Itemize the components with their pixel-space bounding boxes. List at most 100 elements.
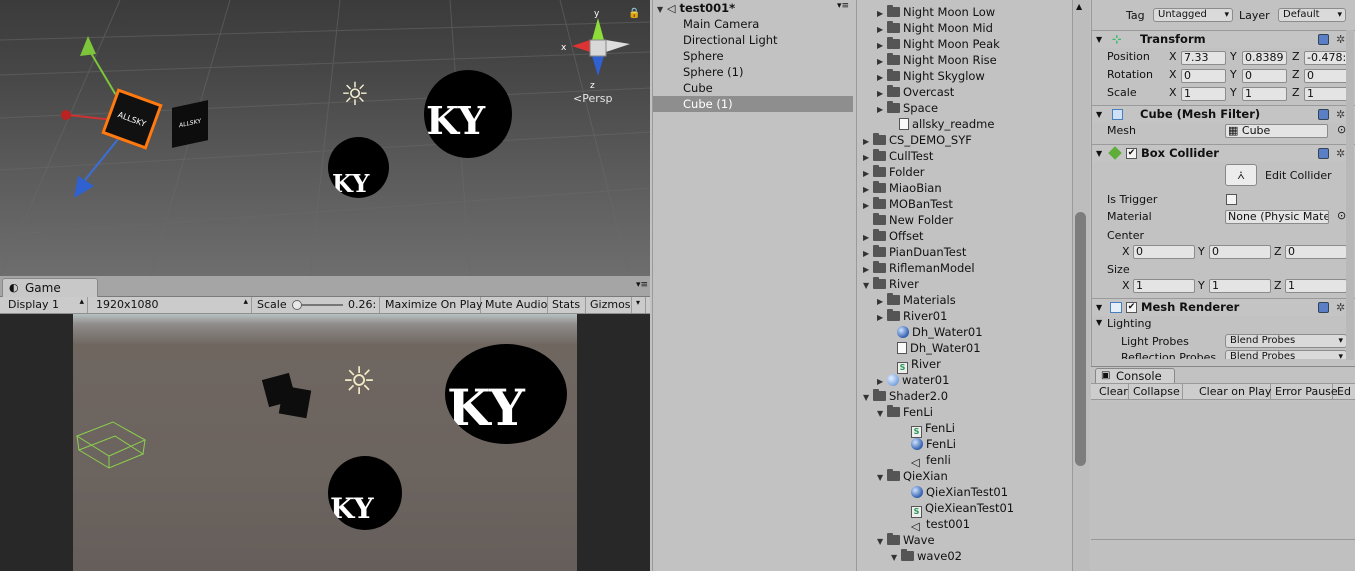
size-x-field[interactable]: 1 bbox=[1133, 279, 1195, 293]
project-item[interactable]: QieXianTest01 bbox=[901, 484, 1008, 500]
inspector-scrollbar[interactable] bbox=[1346, 30, 1354, 360]
scene-view[interactable]: ALLSKY ALLSKY ☼ KY KY y x z <Persp 🔒 bbox=[0, 0, 650, 276]
scale-slider-thumb[interactable] bbox=[292, 300, 302, 310]
project-item[interactable]: ▶ Night Moon Peak bbox=[877, 36, 1000, 52]
collapsed-arrow-icon[interactable]: ▶ bbox=[877, 102, 887, 118]
reflection-probes-dropdown[interactable]: Blend Probes bbox=[1225, 350, 1347, 359]
stats-button[interactable]: Stats bbox=[548, 297, 586, 313]
error-pause-button[interactable]: Error Pause bbox=[1271, 384, 1338, 400]
gear-icon[interactable]: ✲ bbox=[1336, 145, 1345, 162]
hierarchy-item[interactable]: Sphere bbox=[653, 48, 853, 64]
tab-game[interactable]: ◐ Game bbox=[2, 278, 98, 297]
mute-audio-button[interactable]: Mute Audio bbox=[481, 297, 548, 313]
fold-arrow-icon[interactable]: ▼ bbox=[1096, 31, 1102, 48]
project-item[interactable]: ◁ fenli bbox=[901, 452, 951, 469]
directional-light-icon[interactable]: ☼ bbox=[336, 76, 374, 114]
persp-label[interactable]: <Persp bbox=[573, 92, 612, 105]
gizmos-button[interactable]: Gizmos bbox=[586, 297, 632, 313]
position-x-field[interactable]: 7.33 bbox=[1181, 51, 1226, 65]
collapsed-arrow-icon[interactable]: ▶ bbox=[877, 310, 887, 326]
expanded-arrow-icon[interactable]: ▼ bbox=[863, 390, 873, 406]
project-item[interactable]: ▶ Folder bbox=[863, 164, 925, 180]
project-item[interactable]: S QieXieanTest01 bbox=[901, 500, 1014, 518]
gear-icon[interactable]: ✲ bbox=[1336, 31, 1345, 48]
project-item[interactable]: ▶ Night Moon Low bbox=[877, 4, 995, 20]
help-icon[interactable] bbox=[1318, 148, 1329, 159]
project-item[interactable]: ▼ Shader2.0 bbox=[863, 388, 948, 404]
position-z-field[interactable]: -0.478: bbox=[1304, 51, 1349, 65]
project-item[interactable]: S River bbox=[887, 356, 941, 374]
tag-dropdown[interactable]: Untagged bbox=[1153, 8, 1233, 22]
is-trigger-checkbox[interactable] bbox=[1226, 194, 1237, 205]
clear-on-play-button[interactable]: Clear on Play bbox=[1195, 384, 1271, 400]
project-item[interactable]: Dh_Water01 bbox=[887, 324, 983, 340]
cube-object[interactable]: ALLSKY bbox=[172, 100, 208, 148]
project-item[interactable]: ▶ Space bbox=[877, 100, 938, 116]
resolution-dropdown[interactable]: 1920x1080 bbox=[92, 297, 252, 313]
tab-console[interactable]: ▣ Console bbox=[1095, 368, 1175, 383]
scale-y-field[interactable]: 1 bbox=[1242, 87, 1287, 101]
mesh-renderer-enabled-checkbox[interactable]: ✔ bbox=[1126, 302, 1137, 313]
project-item[interactable]: ▶ CS_DEMO_SYF bbox=[863, 132, 972, 148]
sphere-1-object[interactable]: KY bbox=[328, 137, 389, 198]
orientation-gizmo[interactable]: y x z bbox=[556, 10, 634, 90]
project-item[interactable]: ▼ River bbox=[863, 276, 919, 292]
hierarchy-menu-icon[interactable]: ▾≡ bbox=[837, 1, 849, 11]
rotation-z-field[interactable]: 0 bbox=[1304, 69, 1349, 83]
light-probes-dropdown[interactable]: Blend Probes bbox=[1225, 334, 1347, 348]
lighting-fold-icon[interactable]: ▼ bbox=[1096, 318, 1102, 327]
mesh-field[interactable]: ▦ Cube bbox=[1225, 124, 1328, 138]
edit-collider-button[interactable]: ⩑ bbox=[1225, 164, 1257, 186]
expanded-arrow-icon[interactable]: ▼ bbox=[891, 550, 901, 566]
transform-header[interactable]: ▼ ⊹ Transform ✲ bbox=[1092, 30, 1355, 48]
help-icon[interactable] bbox=[1318, 109, 1329, 120]
project-item[interactable]: ▶ Materials bbox=[877, 292, 956, 308]
project-item[interactable]: Dh_Water01 bbox=[887, 340, 981, 356]
box-collider-header[interactable]: ▼ ✔ Box Collider ✲ bbox=[1092, 144, 1355, 162]
rotation-y-field[interactable]: 0 bbox=[1242, 69, 1287, 83]
console-log-area[interactable] bbox=[1091, 401, 1355, 571]
help-icon[interactable] bbox=[1318, 302, 1329, 313]
center-z-field[interactable]: 0 bbox=[1285, 245, 1347, 259]
scale-x-field[interactable]: 1 bbox=[1181, 87, 1226, 101]
display-dropdown[interactable]: Display 1 bbox=[4, 297, 88, 313]
panel-menu-icon[interactable]: ▾≡ bbox=[636, 280, 648, 290]
scale-z-field[interactable]: 1 bbox=[1304, 87, 1349, 101]
hierarchy-item[interactable]: Main Camera bbox=[653, 16, 853, 32]
project-item[interactable]: ▶ PianDuanTest bbox=[863, 244, 966, 260]
center-y-field[interactable]: 0 bbox=[1209, 245, 1271, 259]
hierarchy-item[interactable]: Directional Light bbox=[653, 32, 853, 48]
project-item[interactable]: ▶ CullTest bbox=[863, 148, 933, 164]
project-item[interactable]: ▼ FenLi bbox=[877, 404, 933, 420]
object-picker-icon[interactable]: ⊙ bbox=[1337, 209, 1346, 222]
size-z-field[interactable]: 1 bbox=[1285, 279, 1347, 293]
expanded-arrow-icon[interactable]: ▼ bbox=[863, 278, 873, 294]
expanded-arrow-icon[interactable]: ▼ bbox=[877, 534, 887, 550]
hierarchy-item[interactable]: Cube (1) bbox=[653, 96, 853, 112]
project-item[interactable]: New Folder bbox=[863, 212, 953, 228]
rotation-x-field[interactable]: 0 bbox=[1181, 69, 1226, 83]
gear-icon[interactable]: ✲ bbox=[1336, 106, 1345, 123]
project-item[interactable]: ▶ Night Moon Rise bbox=[877, 52, 997, 68]
project-item[interactable]: ▶ water01 bbox=[877, 372, 949, 388]
project-item[interactable]: ▼ Wave bbox=[877, 532, 935, 548]
clear-button[interactable]: Clear bbox=[1095, 384, 1129, 400]
center-x-field[interactable]: 0 bbox=[1133, 245, 1195, 259]
sphere-object[interactable]: KY bbox=[424, 70, 512, 158]
project-item[interactable]: ▼ QieXian bbox=[877, 468, 948, 484]
hierarchy-item[interactable]: Sphere (1) bbox=[653, 64, 853, 80]
help-icon[interactable] bbox=[1318, 34, 1329, 45]
gear-icon[interactable]: ✲ bbox=[1336, 299, 1345, 316]
game-viewport[interactable]: ☼ KY KY bbox=[73, 314, 577, 571]
scroll-up-icon[interactable]: ▲ bbox=[1076, 2, 1082, 11]
project-item[interactable]: S FenLi bbox=[901, 420, 955, 438]
fold-arrow-icon[interactable]: ▼ bbox=[1096, 145, 1102, 162]
fold-arrow-icon[interactable]: ▼ bbox=[1096, 299, 1102, 316]
project-item[interactable]: ▶ MOBanTest bbox=[863, 196, 953, 212]
project-scrollbar-thumb[interactable] bbox=[1075, 212, 1086, 466]
lock-icon[interactable]: 🔒 bbox=[628, 8, 640, 19]
maximize-on-play-button[interactable]: Maximize On Play bbox=[381, 297, 483, 313]
gizmos-dropdown-icon[interactable]: ▾ bbox=[632, 297, 646, 313]
expanded-arrow-icon[interactable]: ▼ bbox=[877, 406, 887, 422]
collapse-button[interactable]: Collapse bbox=[1129, 384, 1183, 400]
